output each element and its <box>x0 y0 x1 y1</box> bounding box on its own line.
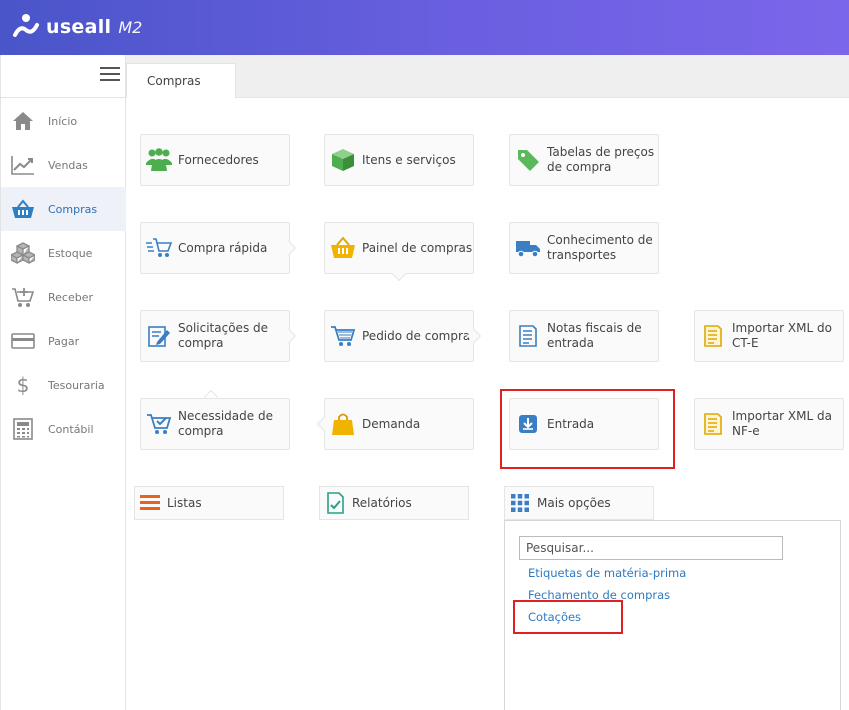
card-importar-xml-nfe[interactable]: Importar XML da NF-e <box>694 398 844 450</box>
calculator-icon <box>11 417 35 441</box>
basket-icon <box>330 235 356 261</box>
sidebar-item-tesouraria[interactable]: $ Tesouraria <box>1 363 126 407</box>
top-bar: useall M2 <box>0 0 849 55</box>
fast-cart-icon <box>146 235 172 261</box>
cart-plus-icon <box>11 285 35 309</box>
card-label: Necessidade de compra <box>178 409 273 438</box>
shopping-bag-icon <box>330 411 356 437</box>
card-demanda[interactable]: Demanda <box>324 398 474 450</box>
link-etiquetas-materia-prima[interactable]: Etiquetas de matéria-prima <box>528 566 686 580</box>
card-label: Painel de compras <box>362 240 473 255</box>
box-icon <box>330 147 356 173</box>
sidebar-item-label: Tesouraria <box>48 378 105 392</box>
sidebar-item-label: Início <box>48 114 78 128</box>
highlight-box <box>500 389 675 469</box>
sidebar-item-label: Estoque <box>48 246 93 260</box>
card-label: Compra rápida <box>178 240 268 255</box>
truck-icon <box>515 235 541 261</box>
sidebar-item-estoque[interactable]: Estoque <box>1 231 126 275</box>
home-icon <box>11 109 35 133</box>
card-label: Tabelas de preços de compra <box>547 145 655 174</box>
sidebar-item-label: Compras <box>48 202 98 216</box>
button-label: Mais opções <box>537 496 611 510</box>
card-label: Solicitações de compra <box>178 321 269 350</box>
sidebar-item-label: Receber <box>48 290 94 304</box>
price-tag-icon <box>515 147 541 173</box>
edit-document-icon <box>146 323 172 349</box>
grid-icon <box>509 492 531 514</box>
sidebar-item-label: Contábil <box>48 422 94 436</box>
list-icon <box>139 492 161 514</box>
card-importar-xml-cte[interactable]: Importar XML do CT-E <box>694 310 844 362</box>
card-conhecimento-transportes[interactable]: Conhecimento de transportes <box>509 222 659 274</box>
xml-document-icon <box>700 411 726 437</box>
card-solicitacoes-compra[interactable]: Solicitações de compra <box>140 310 290 362</box>
card-necessidade-compra[interactable]: Necessidade de compra <box>140 398 290 450</box>
sidebar-item-compras[interactable]: Compras <box>1 187 126 231</box>
logo-mark-icon <box>13 14 39 37</box>
cart-check-icon <box>146 411 172 437</box>
sidebar: Início Vendas Compras Estoque Receber Pa… <box>0 55 126 710</box>
boxes-icon <box>11 241 35 265</box>
sidebar-item-receber[interactable]: Receber <box>1 275 126 319</box>
card-label: Notas fiscais de entrada <box>547 321 642 350</box>
sidebar-item-pagar[interactable]: Pagar <box>1 319 126 363</box>
button-relatorios[interactable]: Relatórios <box>319 486 469 520</box>
card-tabelas-precos[interactable]: Tabelas de preços de compra <box>509 134 659 186</box>
dollar-icon: $ <box>16 373 30 397</box>
sidebar-item-label: Pagar <box>48 334 80 348</box>
card-label: Conhecimento de transportes <box>547 233 653 262</box>
xml-document-icon <box>700 323 726 349</box>
search-input[interactable] <box>519 536 783 560</box>
app-logo[interactable]: useall M2 <box>12 13 142 41</box>
card-label: Importar XML do CT-E <box>732 321 832 350</box>
cart-icon <box>330 323 356 349</box>
logo-text: useall <box>46 16 112 38</box>
menu-toggle-icon[interactable] <box>100 67 120 81</box>
card-label: Demanda <box>362 416 421 431</box>
sidebar-item-contabil[interactable]: Contábil <box>1 407 126 451</box>
tab-bar: Compras <box>126 55 849 99</box>
card-notas-fiscais[interactable]: Notas fiscais de entrada <box>509 310 659 362</box>
highlight-box <box>513 600 623 634</box>
card-label: Fornecedores <box>178 152 259 167</box>
card-compra-rapida[interactable]: Compra rápida <box>140 222 290 274</box>
credit-card-icon <box>11 329 35 353</box>
main-content: Fornecedores Itens e serviços Tabelas de… <box>126 98 849 710</box>
invoice-icon <box>515 323 541 349</box>
sidebar-item-inicio[interactable]: Início <box>1 99 126 143</box>
button-mais-opcoes[interactable]: Mais opções <box>504 486 654 520</box>
tab-compras[interactable]: Compras <box>126 63 236 99</box>
basket-icon <box>11 197 35 221</box>
card-label: Pedido de compra <box>362 328 471 343</box>
button-label: Listas <box>167 496 202 510</box>
report-icon <box>324 492 346 514</box>
card-itens-servicos[interactable]: Itens e serviços <box>324 134 474 186</box>
sidebar-item-vendas[interactable]: Vendas <box>1 143 126 187</box>
card-pedido-compra[interactable]: Pedido de compra <box>324 310 474 362</box>
button-label: Relatórios <box>352 496 412 510</box>
people-icon <box>146 147 172 173</box>
card-label: Importar XML da NF-e <box>732 409 832 438</box>
card-label: Itens e serviços <box>362 152 456 167</box>
sidebar-divider <box>1 97 126 98</box>
sidebar-item-label: Vendas <box>48 158 88 172</box>
button-listas[interactable]: Listas <box>134 486 284 520</box>
logo-suffix: M2 <box>118 17 143 37</box>
chart-icon <box>11 153 35 177</box>
card-fornecedores[interactable]: Fornecedores <box>140 134 290 186</box>
